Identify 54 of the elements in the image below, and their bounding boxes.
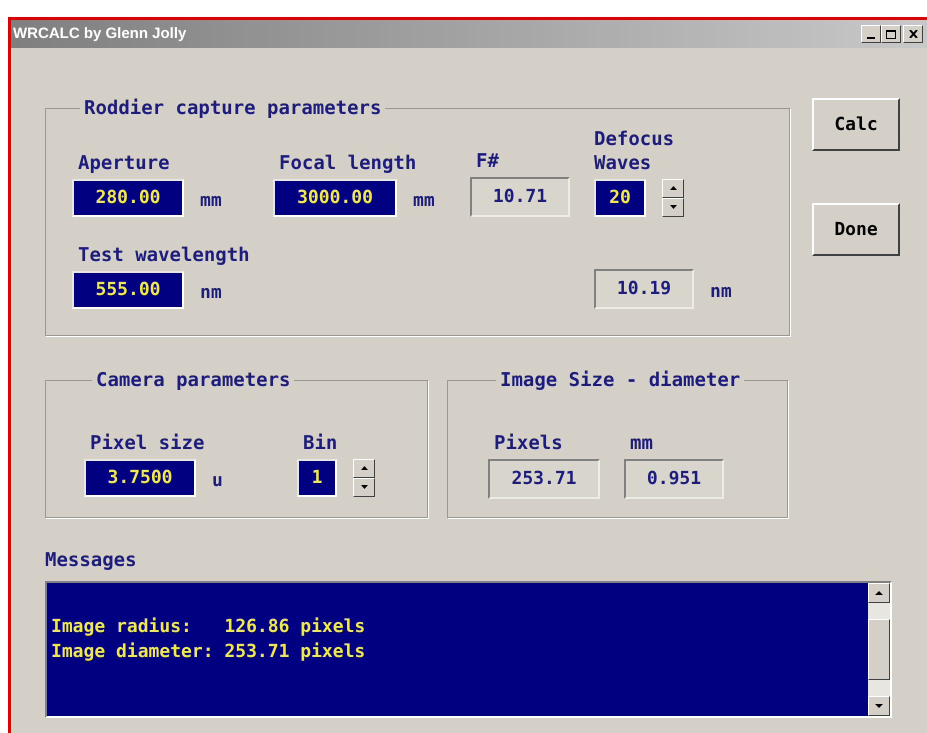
maximize-button[interactable] <box>881 25 901 43</box>
messages-label: Messages <box>45 548 138 573</box>
unit-label: nm <box>200 281 222 305</box>
output-field: 253.71 <box>488 458 600 498</box>
scroll-down-button[interactable] <box>868 696 890 716</box>
input-field[interactable]: 555.00 <box>72 270 184 308</box>
field-label: F# <box>475 148 499 172</box>
group-legend: Camera parameters <box>92 366 294 394</box>
message-line: Image diameter: 253.71 pixels <box>51 640 366 664</box>
up-arrow-icon <box>670 186 676 190</box>
unit-label: mm <box>200 189 222 213</box>
field-label: Pixel size <box>89 430 204 454</box>
window-title: WRCALC by Glenn Jolly <box>13 24 186 44</box>
field-label: Aperture <box>77 150 170 174</box>
down-arrow-icon <box>875 704 883 708</box>
scrollbar[interactable] <box>868 582 890 716</box>
field-label: Test wavelength <box>77 242 250 266</box>
field-label: Bin <box>302 430 338 454</box>
up-arrow-icon <box>875 590 883 594</box>
minimize-button[interactable] <box>861 25 881 43</box>
unit-label: mm <box>413 189 435 213</box>
spin-down-button[interactable] <box>662 198 684 216</box>
group-legend: Image Size - diameter <box>496 366 744 394</box>
scroll-up-button[interactable] <box>868 582 890 602</box>
output-field: 10.19 <box>594 268 694 308</box>
unit-label: u <box>212 469 223 493</box>
up-arrow-icon <box>360 466 368 470</box>
messages-box[interactable]: Image radius: 126.86 pixels Image diameter: 253.71 pixels <box>45 580 892 718</box>
field-label: Pixels <box>493 430 563 454</box>
field-label: Defocus Waves <box>594 126 676 174</box>
input-field[interactable]: 3000.00 <box>273 178 397 216</box>
spin-up-button[interactable] <box>353 458 375 478</box>
close-button[interactable] <box>903 25 923 43</box>
down-arrow-icon <box>360 485 368 489</box>
minimize-icon <box>867 37 875 39</box>
field-label: mm <box>629 430 653 454</box>
maximize-icon <box>886 30 896 38</box>
message-line: Image radius: 126.86 pixels <box>51 614 366 638</box>
scroll-thumb[interactable] <box>868 618 890 680</box>
input-field[interactable]: 3.7500 <box>84 458 196 496</box>
down-arrow-icon <box>670 205 676 209</box>
group-legend: Roddier capture parameters <box>80 94 386 122</box>
spin-down-button[interactable] <box>353 478 375 496</box>
spin-up-button[interactable] <box>662 178 684 198</box>
unit-label: nm <box>710 280 732 304</box>
spin-field[interactable]: 20 <box>594 178 646 216</box>
field-label: Focal length <box>278 150 416 174</box>
dialog-button[interactable]: Calc <box>812 98 900 151</box>
input-field[interactable]: 280.00 <box>72 178 184 216</box>
spin-field[interactable]: 1 <box>297 458 337 496</box>
output-field: 0.951 <box>624 458 724 498</box>
dialog-button[interactable]: Done <box>812 203 900 256</box>
close-icon <box>908 30 918 38</box>
output-field: 10.71 <box>470 176 570 216</box>
